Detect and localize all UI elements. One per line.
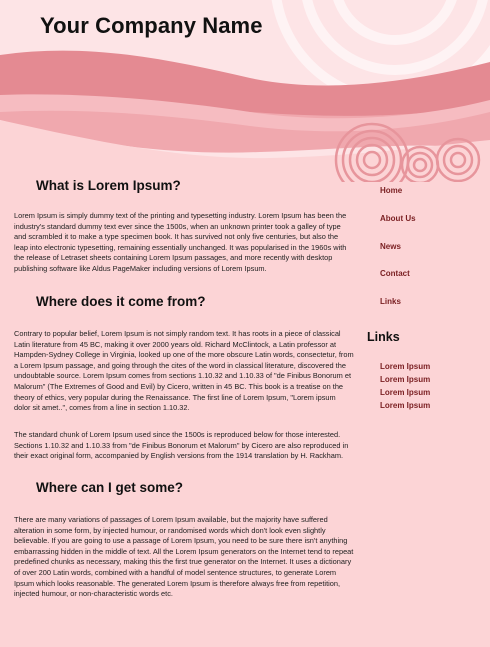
section-paragraph: The standard chunk of Lorem Ipsum used s…	[14, 430, 349, 461]
nav-item-contact[interactable]: Contact	[380, 269, 410, 278]
sidebar-link[interactable]: Lorem Ipsum	[380, 362, 430, 371]
site-title: Your Company Name	[40, 13, 263, 38]
nav-item-about-us[interactable]: About Us	[380, 214, 416, 223]
header: Your Company Name	[0, 0, 490, 182]
section-heading: What is Lorem Ipsum?	[36, 178, 181, 193]
sidebar-link[interactable]: Lorem Ipsum	[380, 375, 430, 384]
section-paragraph: Lorem Ipsum is simply dummy text of the …	[14, 211, 347, 273]
nav-item-links[interactable]: Links	[380, 297, 401, 306]
section-paragraph: Contrary to popular belief, Lorem Ipsum …	[14, 329, 354, 413]
sidebar-link[interactable]: Lorem Ipsum	[380, 388, 430, 397]
section-paragraph: There are many variations of passages of…	[14, 515, 354, 599]
nav-item-home[interactable]: Home	[380, 186, 402, 195]
section-heading: Where can I get some?	[36, 480, 184, 495]
nav-item-news[interactable]: News	[380, 242, 401, 251]
section-heading: Where does it come from?	[36, 294, 206, 309]
links-heading: Links	[367, 330, 400, 344]
sidebar-link[interactable]: Lorem Ipsum	[380, 401, 430, 410]
